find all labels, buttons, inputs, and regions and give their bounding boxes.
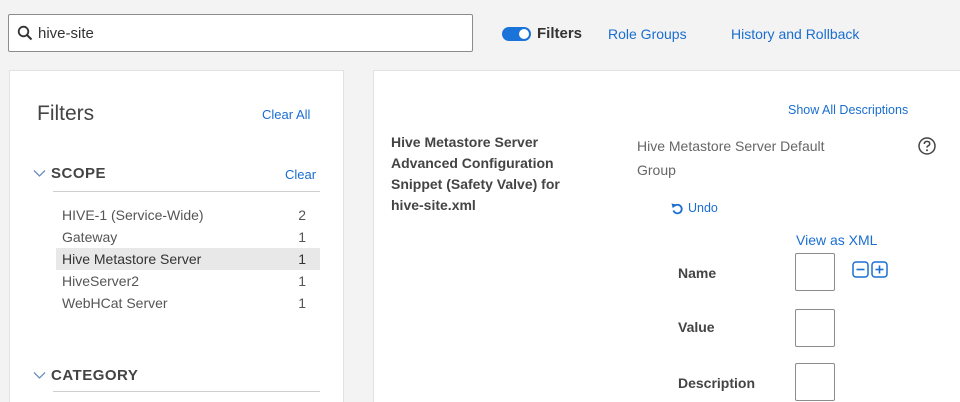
scope-item-label: HIVE-1 (Service-Wide): [62, 207, 204, 223]
scope-list: HIVE-1 (Service-Wide) 2 Gateway 1 Hive M…: [56, 204, 320, 314]
category-section-toggle[interactable]: CATEGORY: [33, 367, 138, 384]
clear-all-link[interactable]: Clear All: [262, 107, 310, 122]
scope-section-toggle[interactable]: SCOPE: [33, 165, 106, 182]
scope-group-label-cont: Group: [637, 162, 676, 178]
history-rollback-link[interactable]: History and Rollback: [731, 26, 859, 42]
show-all-descriptions-link[interactable]: Show All Descriptions: [788, 103, 908, 117]
scope-item-count: 1: [298, 251, 306, 267]
scope-item-label: Hive Metastore Server: [62, 251, 202, 267]
category-heading: CATEGORY: [51, 367, 139, 384]
scope-item-hiveserver2[interactable]: HiveServer2 1: [56, 270, 320, 292]
name-label: Name: [678, 265, 717, 281]
filters-toggle[interactable]: [502, 27, 531, 41]
scope-item-count: 1: [298, 273, 306, 289]
filters-panel: Filters Clear All SCOPE Clear HIVE-1 (Se…: [9, 70, 344, 402]
scope-item-label: HiveServer2: [62, 273, 140, 289]
name-field[interactable]: [795, 253, 835, 291]
search-input[interactable]: [38, 24, 458, 42]
scope-item-gateway[interactable]: Gateway 1: [56, 226, 320, 248]
toggle-knob: [519, 29, 529, 39]
scope-heading: SCOPE: [51, 165, 107, 182]
scope-item-hive-metastore-server[interactable]: Hive Metastore Server 1: [56, 248, 320, 270]
scope-clear-link[interactable]: Clear: [285, 167, 316, 182]
property-name-line: hive-site.xml: [391, 197, 476, 213]
plus-icon[interactable]: [871, 261, 888, 278]
view-as-xml-link[interactable]: View as XML: [796, 232, 877, 248]
filters-title: Filters: [37, 102, 95, 125]
top-bar: Filters Role Groups History and Rollback: [0, 0, 960, 68]
property-name-line: Snippet (Safety Valve) for: [391, 176, 560, 192]
help-icon[interactable]: [917, 136, 937, 156]
undo-icon: [671, 203, 683, 214]
chevron-down-icon: [33, 371, 46, 380]
search-icon: [17, 25, 33, 41]
minus-icon[interactable]: [852, 261, 869, 278]
scope-group-label: Hive Metastore Server Default: [637, 138, 825, 154]
description-field[interactable]: [795, 363, 835, 401]
scope-item-count: 2: [298, 207, 306, 223]
description-label: Description: [678, 375, 756, 391]
property-name-line: Hive Metastore Server: [391, 134, 539, 150]
property-name: Hive Metastore Server Advanced Configura…: [391, 132, 621, 216]
filters-toggle-label[interactable]: Filters: [537, 25, 582, 42]
scope-item-hive-1-service-wide[interactable]: HIVE-1 (Service-Wide) 2: [56, 204, 320, 226]
scope-divider: [53, 191, 320, 192]
property-name-line: Advanced Configuration: [391, 155, 554, 171]
chevron-down-icon: [33, 169, 46, 178]
scope-item-webhcat-server[interactable]: WebHCat Server 1: [56, 292, 320, 314]
scope-item-count: 1: [298, 229, 306, 245]
scope-item-label: Gateway: [62, 229, 118, 245]
value-field[interactable]: [795, 309, 835, 347]
config-panel: Show All Descriptions Hive Metastore Ser…: [373, 70, 960, 402]
undo-button[interactable]: Undo: [671, 201, 718, 215]
undo-label: Undo: [688, 201, 718, 215]
role-groups-link[interactable]: Role Groups: [608, 26, 687, 42]
category-divider: [53, 391, 320, 392]
scope-item-label: WebHCat Server: [62, 295, 168, 311]
scope-item-count: 1: [298, 295, 306, 311]
search-box[interactable]: [8, 14, 473, 52]
value-label: Value: [678, 319, 715, 335]
